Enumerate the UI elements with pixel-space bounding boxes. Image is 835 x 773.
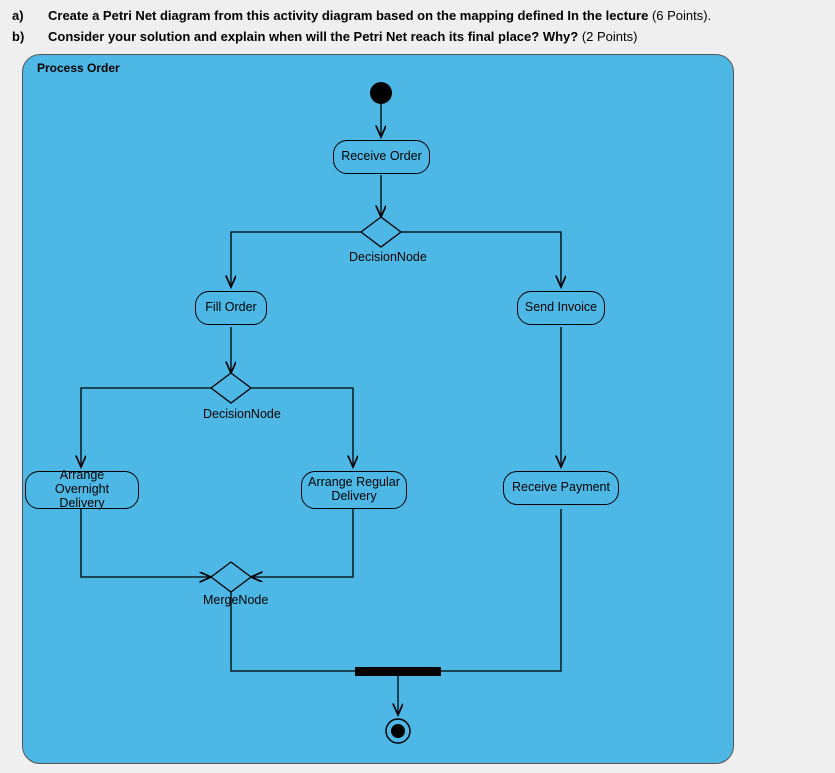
- question-b-label: b): [12, 29, 48, 44]
- final-node-inner-icon: [391, 724, 405, 738]
- join-bar-icon: [355, 667, 441, 676]
- diagram-frame: Process Order: [22, 54, 734, 764]
- activity-arrange-regular: Arrange Regular Delivery: [301, 471, 407, 509]
- activity-receive-payment: Receive Payment: [503, 471, 619, 505]
- decision-node-icon: [211, 373, 251, 403]
- decision1-label: DecisionNode: [349, 250, 427, 264]
- initial-node-icon: [370, 82, 392, 104]
- question-a: a) Create a Petri Net diagram from this …: [12, 8, 823, 23]
- edge: [81, 388, 211, 467]
- edge: [81, 509, 211, 577]
- question-a-label: a): [12, 8, 48, 23]
- edge: [231, 232, 361, 287]
- decision2-label: DecisionNode: [203, 407, 281, 421]
- decision-node-icon: [361, 217, 401, 247]
- edge: [287, 509, 353, 577]
- activity-fill-order: Fill Order: [195, 291, 267, 325]
- question-b: b) Consider your solution and explain wh…: [12, 29, 823, 44]
- merge-label: MergeNode: [203, 593, 268, 607]
- edge: [251, 388, 353, 467]
- activity-send-invoice: Send Invoice: [517, 291, 605, 325]
- question-a-text: Create a Petri Net diagram from this act…: [48, 8, 823, 23]
- edge: [441, 509, 561, 671]
- merge-node-icon: [211, 562, 251, 592]
- question-b-text: Consider your solution and explain when …: [48, 29, 823, 44]
- activity-receive-order: Receive Order: [333, 140, 430, 174]
- question-list: a) Create a Petri Net diagram from this …: [0, 0, 835, 60]
- activity-arrange-overnight: Arrange Overnight Delivery: [25, 471, 139, 509]
